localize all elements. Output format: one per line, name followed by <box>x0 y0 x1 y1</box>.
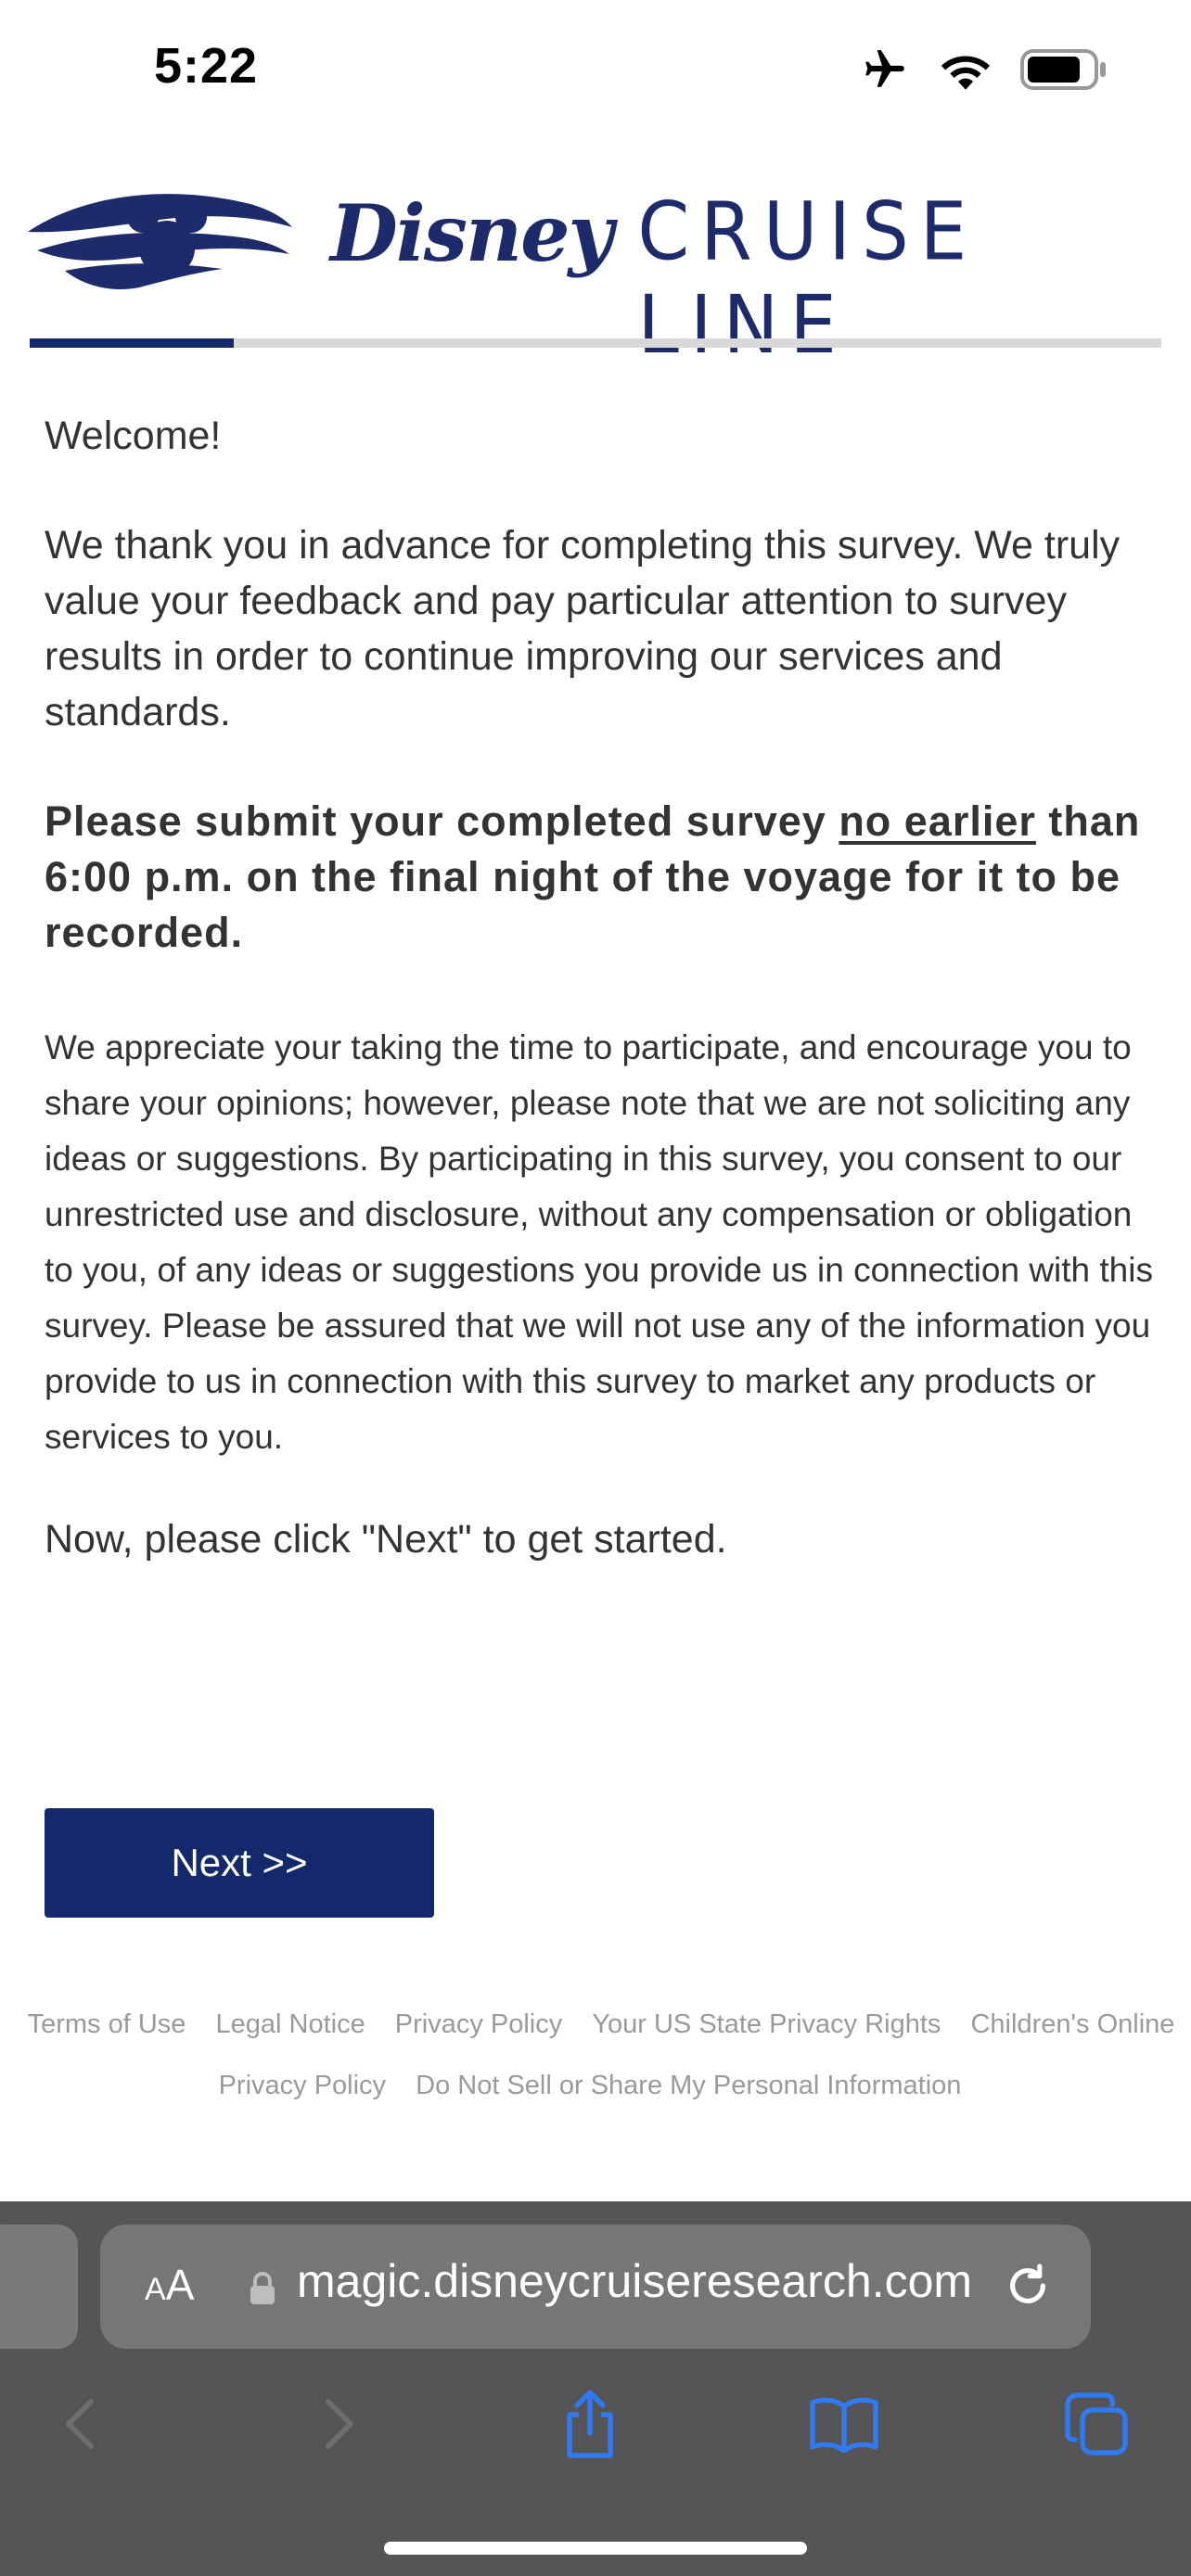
tabs-button[interactable] <box>1050 2378 1143 2470</box>
footer-link-state-privacy-rights[interactable]: Your US State Privacy Rights <box>592 2009 941 2039</box>
browser-bottom-bar: AA magic.disneycruiseresearch.com <box>0 2201 1191 2576</box>
survey-progress-fill <box>30 338 234 348</box>
share-icon <box>567 2390 613 2458</box>
intro-paragraph: We thank you in advance for completing t… <box>45 523 1121 734</box>
airplane-icon <box>865 50 904 87</box>
share-button[interactable] <box>544 2378 636 2470</box>
notice-text-before: Please submit your completed survey <box>45 797 839 845</box>
site-header: Disney CRUISE LINE <box>0 167 1191 372</box>
submission-notice: Please submit your completed survey no e… <box>45 794 1154 961</box>
legal-paragraph: We appreciate your taking the time to pa… <box>45 1028 1153 1456</box>
tabs-icon <box>1065 2392 1128 2455</box>
url-text: magic.disneycruiseresearch.com <box>297 2255 973 2307</box>
aa-small-glyph: A <box>145 2272 166 2307</box>
footer-link-terms-of-use[interactable]: Terms of Use <box>28 2009 186 2039</box>
battery-icon <box>1020 49 1106 90</box>
lock-icon <box>250 2272 275 2304</box>
get-started-text: Now, please click "Next" to get started. <box>45 1517 727 1562</box>
address-bar[interactable]: AA magic.disneycruiseresearch.com <box>100 2225 1091 2349</box>
reload-icon[interactable] <box>1002 2260 1054 2312</box>
survey-intro-content: Welcome! We thank you in advance for com… <box>45 408 1154 1567</box>
reader-settings-button[interactable]: AA <box>145 2260 194 2310</box>
wifi-icon <box>941 56 991 90</box>
status-icons <box>859 46 1108 93</box>
logo-wordmark: Disney CRUISE LINE <box>330 185 1191 372</box>
forward-icon <box>326 2399 353 2449</box>
footer-links: Terms of Use Legal Notice Privacy Policy… <box>0 1994 1191 2116</box>
notice-underlined-text: no earlier <box>839 797 1036 845</box>
back-button[interactable] <box>33 2378 126 2470</box>
home-indicator <box>384 2542 807 2555</box>
browser-toolbar <box>0 2378 1191 2470</box>
aa-large-glyph: A <box>165 2261 195 2309</box>
footer-link-legal-notice[interactable]: Legal Notice <box>215 2009 365 2039</box>
bookmarks-button[interactable] <box>798 2378 890 2470</box>
status-time: 5:22 <box>154 38 259 94</box>
previous-tab-preview[interactable] <box>0 2225 78 2349</box>
survey-progress-bar <box>30 338 1161 348</box>
logo-disney-text: Disney <box>330 187 613 279</box>
footer-link-privacy-policy[interactable]: Privacy Policy <box>395 2009 563 2039</box>
footer-link-do-not-sell[interactable]: Do Not Sell or Share My Personal Informa… <box>416 2071 961 2100</box>
status-bar: 5:22 <box>0 0 1191 139</box>
welcome-text: Welcome! <box>45 414 222 458</box>
next-button[interactable]: Next >> <box>45 1808 434 1918</box>
forward-button[interactable] <box>293 2378 386 2470</box>
back-icon <box>66 2399 94 2449</box>
bookmarks-icon <box>810 2397 878 2453</box>
disney-cruise-logo-icon <box>28 194 292 289</box>
